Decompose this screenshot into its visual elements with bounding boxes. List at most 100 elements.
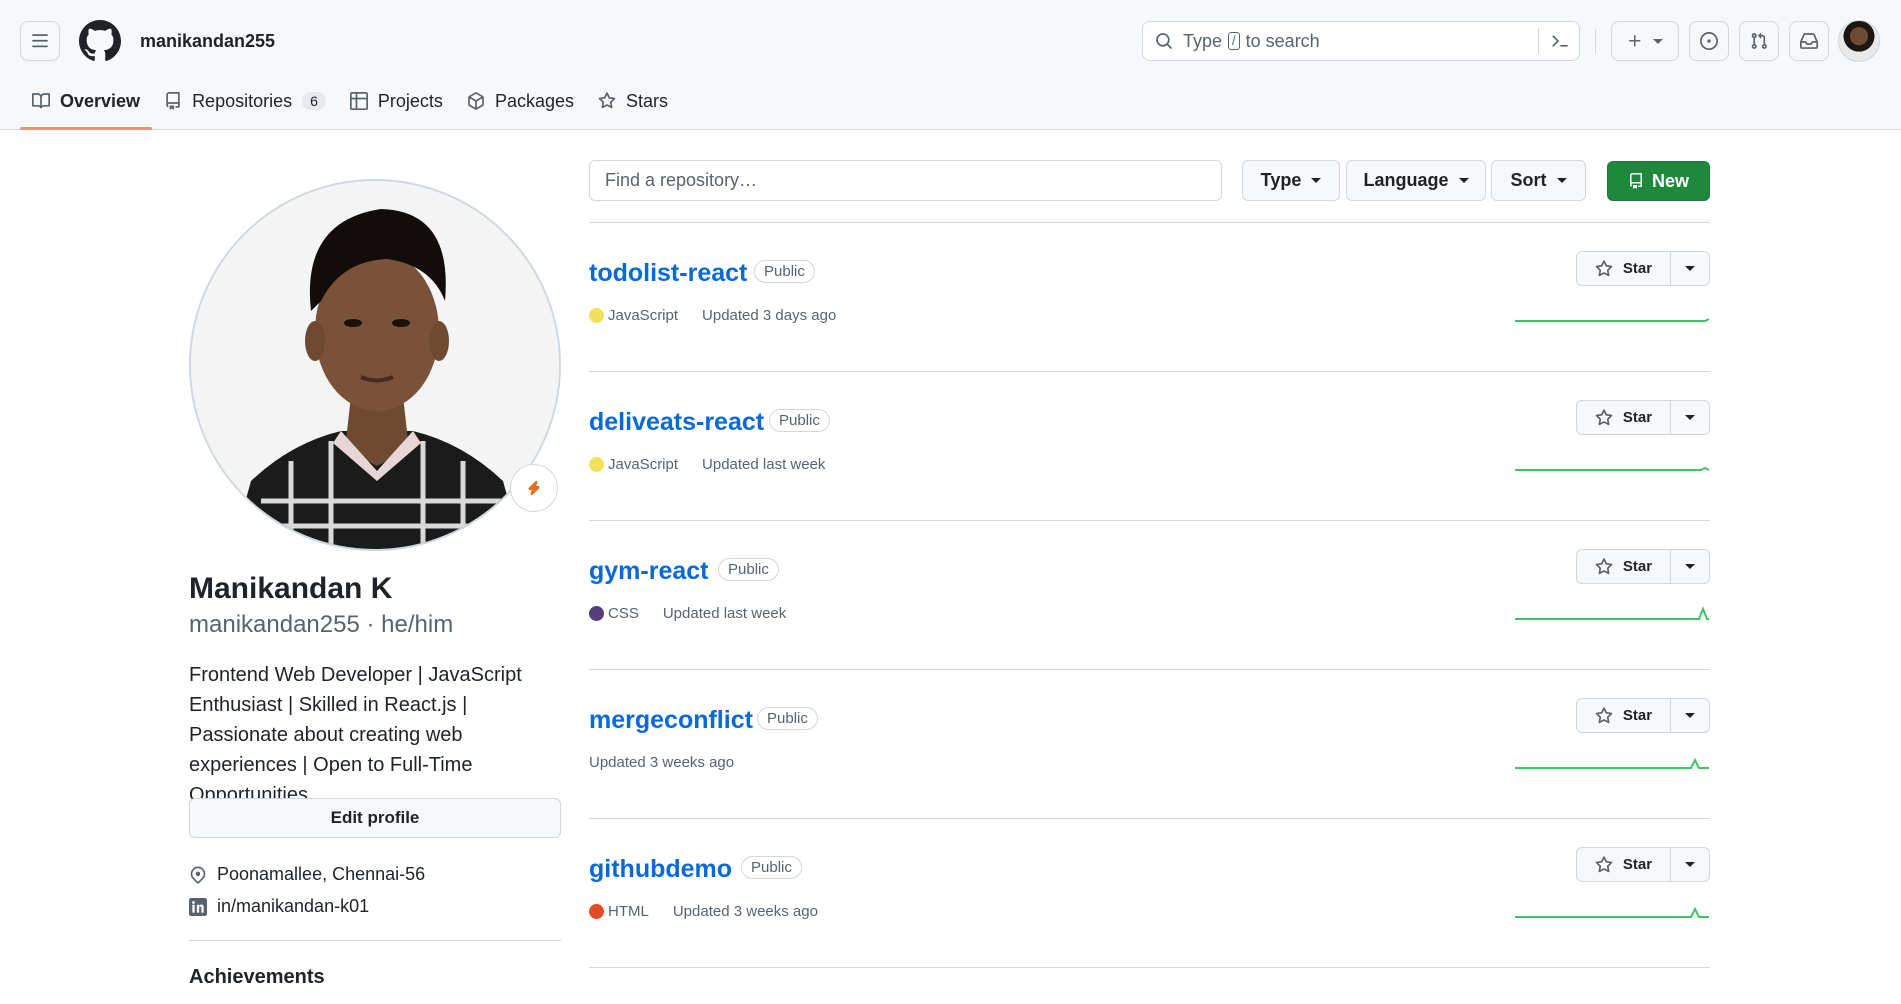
language-filter-label: Language (1363, 170, 1449, 190)
search-placeholder-suffix: to search (1245, 30, 1320, 51)
edit-profile-button[interactable]: Edit profile (189, 798, 561, 838)
book-icon (32, 93, 50, 109)
tab-stars[interactable]: Stars (586, 80, 680, 122)
language-color-dot (589, 606, 604, 621)
repo-meta: Updated 3 weeks ago (589, 754, 734, 771)
star-icon (1595, 706, 1613, 723)
visibility-badge: Public (769, 409, 830, 432)
issues-button[interactable] (1689, 21, 1729, 61)
language-color-dot (589, 904, 604, 919)
find-repository-input[interactable]: Find a repository… (589, 160, 1222, 201)
location-text: Poonamallee, Chennai-56 (217, 864, 426, 884)
set-status-button[interactable] (510, 464, 558, 512)
inbox-icon (1800, 33, 1818, 49)
repo-name-link[interactable]: githubdemo (589, 855, 732, 884)
zap-icon (528, 481, 540, 495)
tab-packages[interactable]: Packages (455, 80, 586, 122)
repo-icon (166, 92, 180, 110)
language-filter-button[interactable]: Language (1346, 160, 1486, 201)
sort-button[interactable]: Sort (1491, 160, 1586, 201)
star-list-dropdown[interactable] (1671, 848, 1709, 881)
repo-meta: JavaScript Updated last week (589, 456, 825, 473)
star-button[interactable]: Star (1577, 699, 1671, 732)
language-color-dot (589, 457, 604, 472)
repo-icon (1629, 173, 1642, 189)
search-shortcut-key: / (1228, 32, 1240, 50)
search-icon (1156, 33, 1172, 49)
repo-meta: CSS Updated last week (589, 605, 786, 622)
repo-meta: JavaScript Updated 3 days ago (589, 307, 836, 324)
tab-label: Repositories (192, 90, 293, 111)
inbox-button[interactable] (1789, 21, 1829, 61)
header-username[interactable]: manikandan255 (140, 31, 275, 52)
chevron-down-icon (1685, 415, 1695, 420)
visibility-badge: Public (757, 707, 818, 730)
repo-name-link[interactable]: todolist-react (589, 259, 747, 288)
profile-avatar[interactable] (189, 179, 561, 551)
profile-linkedin[interactable]: in/manikandan-k01 (189, 896, 369, 917)
star-button-group: Star (1576, 549, 1710, 584)
star-button[interactable]: Star (1577, 401, 1671, 434)
list-item: githubdemo Public HTML Updated 3 weeks a… (589, 819, 1710, 968)
star-list-dropdown[interactable] (1671, 699, 1709, 732)
sort-label: Sort (1510, 170, 1547, 190)
location-icon (190, 866, 206, 884)
star-button-group: Star (1576, 251, 1710, 286)
global-header: manikandan255 Type / to search Overview … (0, 0, 1901, 130)
header-divider (1595, 29, 1596, 53)
profile-bio: Frontend Web Developer | JavaScript Enth… (189, 664, 522, 806)
star-list-dropdown[interactable] (1671, 550, 1709, 583)
linkedin-link[interactable]: in/manikandan-k01 (217, 896, 369, 917)
star-list-dropdown[interactable] (1671, 401, 1709, 434)
issue-opened-icon (1700, 32, 1718, 50)
visibility-badge: Public (718, 558, 779, 581)
repo-updated: Updated 3 days ago (702, 307, 837, 324)
achievements-heading[interactable]: Achievements (189, 966, 325, 989)
chevron-down-icon (1556, 178, 1567, 183)
new-button-label: New (1651, 170, 1689, 191)
star-icon (1595, 855, 1613, 872)
repository-list: todolist-react Public JavaScript Updated… (589, 223, 1710, 968)
profile-login-line: manikandan255 · he/him (189, 611, 453, 639)
tab-label: Stars (626, 90, 669, 111)
star-button[interactable]: Star (1577, 252, 1671, 285)
github-logo-icon[interactable] (79, 20, 121, 62)
star-label: Star (1622, 558, 1653, 575)
pull-requests-button[interactable] (1739, 21, 1779, 61)
user-avatar[interactable] (1838, 20, 1880, 62)
repo-name-link[interactable]: gym-react (589, 557, 709, 586)
tab-projects[interactable]: Projects (338, 80, 455, 122)
activity-sparkline (1515, 906, 1709, 918)
repo-count-badge: 6 (302, 92, 326, 110)
profile-location: Poonamallee, Chennai-56 (189, 864, 425, 885)
table-icon (349, 92, 368, 110)
repo-updated: Updated 3 weeks ago (672, 903, 818, 920)
tab-repositories[interactable]: Repositories 6 (152, 80, 338, 122)
menu-button[interactable] (20, 21, 60, 61)
search-input[interactable]: Type / to search (1142, 21, 1580, 61)
linkedin-icon (189, 897, 207, 916)
new-repository-button[interactable]: New (1607, 161, 1710, 201)
plus-icon (1629, 35, 1641, 47)
star-button[interactable]: Star (1577, 550, 1671, 583)
command-palette-icon[interactable] (1551, 32, 1569, 50)
create-new-button[interactable] (1611, 21, 1679, 61)
repo-language: JavaScript (608, 307, 679, 324)
repo-language: JavaScript (608, 456, 679, 473)
star-list-dropdown[interactable] (1671, 252, 1709, 285)
sidebar-divider (189, 940, 561, 941)
type-filter-button[interactable]: Type (1242, 160, 1340, 201)
repo-updated: Updated 3 weeks ago (589, 754, 735, 771)
chevron-down-icon (1685, 564, 1695, 569)
repo-language: HTML (608, 903, 649, 920)
profile-tabs: Overview Repositories 6 Projects Package… (20, 80, 680, 130)
activity-sparkline (1515, 757, 1709, 769)
profile-photo (191, 181, 559, 549)
star-icon (1595, 408, 1613, 425)
repo-name-link[interactable]: deliveats-react (589, 408, 764, 437)
tab-overview[interactable]: Overview (20, 80, 153, 130)
repo-name-link[interactable]: mergeconflict (589, 706, 753, 735)
language-color-dot (589, 308, 604, 323)
git-pull-request-icon (1751, 32, 1767, 49)
star-button[interactable]: Star (1577, 848, 1671, 881)
